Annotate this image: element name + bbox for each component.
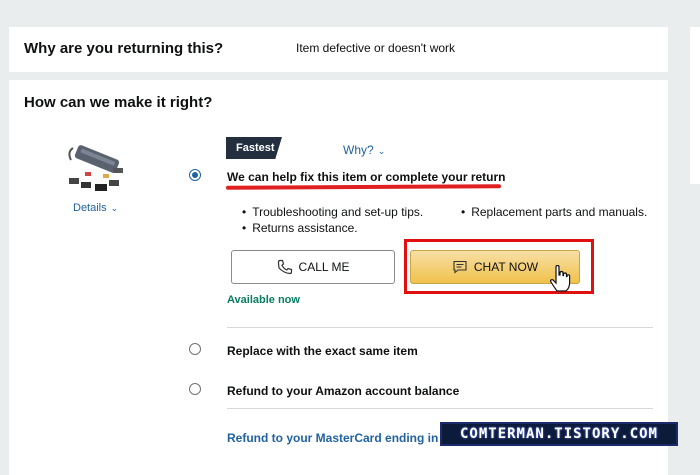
call-me-label: CALL ME [298, 260, 350, 274]
phone-icon [277, 259, 293, 275]
bullet-replacement-parts: Replacement parts and manuals. [461, 205, 647, 219]
chat-now-label: CHAT NOW [473, 260, 539, 274]
resolution-title: How can we make it right? [24, 94, 213, 111]
annotation-underline [225, 184, 502, 190]
option-refund-card-link[interactable]: Refund to your MasterCard ending in 606 [227, 431, 462, 445]
details-link[interactable]: Details ⌄ [73, 202, 118, 214]
bullet-troubleshooting: Troubleshooting and set-up tips. [242, 205, 423, 219]
hand-cursor-icon [548, 265, 572, 293]
why-link[interactable]: Why? ⌄ [343, 143, 385, 157]
return-reason-value[interactable]: Item defective or doesn't work [296, 41, 455, 55]
chevron-down-icon: ⌄ [110, 203, 119, 213]
availability-status: Available now [227, 294, 300, 306]
return-reason-title: Why are you returning this? [24, 40, 224, 57]
divider [227, 327, 653, 328]
call-me-button[interactable]: CALL ME [231, 250, 395, 284]
radio-fix-item[interactable] [189, 169, 201, 181]
details-label: Details [73, 202, 107, 214]
watermark-label: COMTERMAN.TISTORY.COM [440, 422, 678, 446]
return-reason-card: Why are you returning this? Item defecti… [9, 27, 668, 72]
bullet-returns-assistance: Returns assistance. [242, 221, 357, 235]
chevron-down-icon: ⌄ [377, 146, 386, 156]
fastest-badge: Fastest [226, 137, 282, 159]
radio-replace-item[interactable] [189, 343, 201, 355]
option-replace-label[interactable]: Replace with the exact same item [227, 344, 418, 358]
radio-refund-balance[interactable] [189, 383, 201, 395]
why-label: Why? [343, 143, 374, 157]
option-refund-balance-label[interactable]: Refund to your Amazon account balance [227, 384, 459, 398]
resolution-card: How can we make it right? Details ⌄ Faste… [9, 80, 668, 475]
side-panel-edge [690, 27, 700, 184]
product-image [65, 138, 127, 200]
chat-icon [452, 259, 468, 275]
divider [227, 408, 653, 409]
option-fix-label[interactable]: We can help fix this item or complete yo… [227, 170, 506, 184]
